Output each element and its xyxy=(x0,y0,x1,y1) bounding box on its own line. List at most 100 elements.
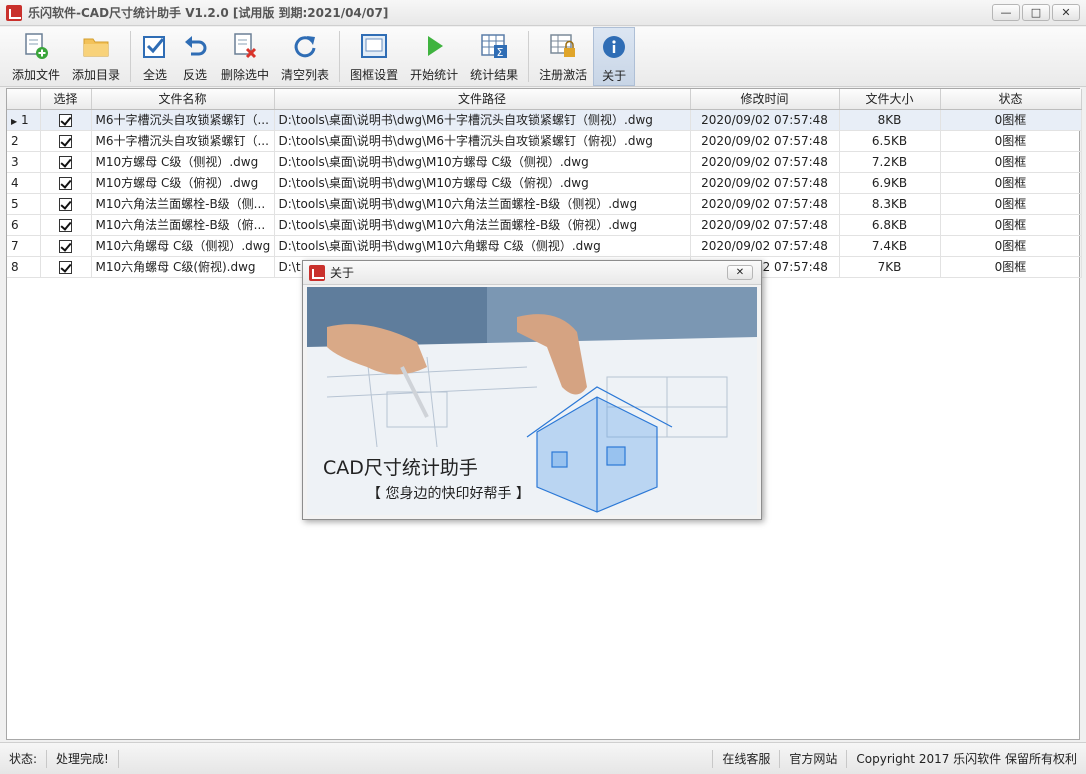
file-size-cell: 7.2KB xyxy=(839,151,941,173)
checkbox-checked-icon[interactable] xyxy=(59,155,72,169)
about-banner-image: CAD尺寸统计助手 【 您身边的快印好帮手 】 xyxy=(307,287,757,515)
add-directory-button[interactable]: 添加目录 xyxy=(66,27,126,86)
file-size-cell: 6.9KB xyxy=(839,172,941,194)
row-checkbox[interactable] xyxy=(40,214,92,236)
window-controls: — □ ✕ xyxy=(992,4,1080,21)
maximize-button[interactable]: □ xyxy=(1022,4,1050,21)
row-checkbox[interactable] xyxy=(40,109,92,131)
column-header-name[interactable]: 文件名称 xyxy=(91,89,275,110)
register-button[interactable]: 注册激活 xyxy=(533,27,593,86)
row-checkbox[interactable] xyxy=(40,235,92,257)
about-button[interactable]: 关于 xyxy=(593,27,636,86)
invert-selection-label: 反选 xyxy=(183,68,208,82)
file-name-cell: M6十字槽沉头自攻锁紧螺钉（... xyxy=(91,109,275,131)
checkbox-checked-icon[interactable] xyxy=(59,197,72,211)
frame-settings-label: 图框设置 xyxy=(350,68,399,82)
select-all-button[interactable]: 全选 xyxy=(135,27,175,86)
add-file-button[interactable]: 添加文件 xyxy=(6,27,66,86)
checkbox-checked-icon[interactable] xyxy=(59,113,72,127)
checkbox-checked-icon[interactable] xyxy=(59,218,72,232)
checkbox-checked-icon[interactable] xyxy=(59,134,72,148)
file-name-cell: M10方螺母 C级（侧视）.dwg xyxy=(91,151,275,173)
svg-text:Σ: Σ xyxy=(497,46,504,59)
modified-time-cell: 2020/09/02 07:57:48 xyxy=(690,151,840,173)
row-checkbox[interactable] xyxy=(40,172,92,194)
row-indicator-header xyxy=(7,89,41,110)
delete-selected-label: 删除选中 xyxy=(221,68,270,82)
frame-settings-button[interactable]: 图框设置 xyxy=(344,27,404,86)
toolbar-separator xyxy=(528,31,530,82)
table-row[interactable]: 3 M10方螺母 C级（侧视）.dwg D:\tools\桌面\说明书\dwg\… xyxy=(7,151,1082,173)
banner-illustration xyxy=(307,287,757,515)
modified-time-cell: 2020/09/02 07:57:48 xyxy=(690,172,840,194)
file-path-cell: D:\tools\桌面\说明书\dwg\M10六角螺母 C级（侧视）.dwg xyxy=(274,235,691,257)
row-index: 4 xyxy=(7,172,41,194)
row-checkbox[interactable] xyxy=(40,130,92,152)
clear-list-button[interactable]: 清空列表 xyxy=(275,27,335,86)
row-index: 5 xyxy=(7,193,41,215)
start-stats-button[interactable]: 开始统计 xyxy=(404,27,464,86)
row-checkbox[interactable] xyxy=(40,151,92,173)
add-directory-label: 添加目录 xyxy=(72,68,121,82)
status-cell: 0图框 xyxy=(940,130,1082,152)
sum-table-icon: Σ xyxy=(480,32,508,60)
table-row[interactable]: 5 M10六角法兰面螺栓-B级（侧... D:\tools\桌面\说明书\dwg… xyxy=(7,193,1082,215)
status-cell: 0图框 xyxy=(940,235,1082,257)
play-icon xyxy=(420,32,448,60)
window-title: 乐闪软件-CAD尺寸统计助手 V1.2.0 [试用版 到期:2021/04/07… xyxy=(28,6,389,20)
modified-time-cell: 2020/09/02 07:57:48 xyxy=(690,109,840,131)
close-button[interactable]: ✕ xyxy=(1052,4,1080,21)
website-link[interactable]: 官方网站 xyxy=(779,749,846,768)
file-path-cell: D:\tools\桌面\说明书\dwg\M10方螺母 C级（侧视）.dwg xyxy=(274,151,691,173)
status-cell: 0图框 xyxy=(940,214,1082,236)
status-cell: 0图框 xyxy=(940,172,1082,194)
about-dialog-titlebar: 关于 ✕ xyxy=(303,261,761,285)
file-path-cell: D:\tools\桌面\说明书\dwg\M6十字槽沉头自攻锁紧螺钉（俯视）.dw… xyxy=(274,130,691,152)
checkbox-checked-icon[interactable] xyxy=(59,239,72,253)
toolbar-separator xyxy=(130,31,132,82)
checkbox-checked-icon[interactable] xyxy=(59,260,72,274)
status-links: 在线客服 官方网站 Copyright 2017 乐闪软件 保留所有权利 xyxy=(712,749,1086,768)
table-row[interactable]: ▶ 1 M6十字槽沉头自攻锁紧螺钉（... D:\tools\桌面\说明书\dw… xyxy=(7,109,1082,131)
online-service-link[interactable]: 在线客服 xyxy=(712,749,779,768)
about-app-name: CAD尺寸统计助手 xyxy=(323,457,478,479)
modified-time-cell: 2020/09/02 07:57:48 xyxy=(690,214,840,236)
minimize-button[interactable]: — xyxy=(992,4,1020,21)
column-header-size[interactable]: 文件大小 xyxy=(839,89,941,110)
toolbar-separator xyxy=(339,31,341,82)
about-dialog: 关于 ✕ CAD尺寸统计助手 【 您身边的快印好帮手 】 xyxy=(302,260,762,520)
delete-selected-button[interactable]: 删除选中 xyxy=(215,27,275,86)
stats-result-button[interactable]: Σ 统计结果 xyxy=(464,27,524,86)
modified-time-cell: 2020/09/02 07:57:48 xyxy=(690,235,840,257)
column-header-time[interactable]: 修改时间 xyxy=(690,89,840,110)
file-path-cell: D:\tools\桌面\说明书\dwg\M6十字槽沉头自攻锁紧螺钉（侧视）.dw… xyxy=(274,109,691,131)
table-row[interactable]: 6 M10六角法兰面螺栓-B级（俯... D:\tools\桌面\说明书\dwg… xyxy=(7,214,1082,236)
add-file-label: 添加文件 xyxy=(12,68,61,82)
about-label: 关于 xyxy=(602,69,627,83)
table-row[interactable]: 7 M10六角螺母 C级（侧视）.dwg D:\tools\桌面\说明书\dwg… xyxy=(7,235,1082,257)
file-table: 选择 文件名称 文件路径 修改时间 文件大小 状态 ▶ 1 M6十字槽沉头自攻锁… xyxy=(7,89,1082,278)
column-header-select[interactable]: 选择 xyxy=(40,89,92,110)
select-all-label: 全选 xyxy=(143,68,168,82)
file-name-cell: M10六角螺母 C级(俯视).dwg xyxy=(91,256,275,278)
status-cell: 0图框 xyxy=(940,109,1082,131)
table-header-row: 选择 文件名称 文件路径 修改时间 文件大小 状态 xyxy=(7,89,1082,110)
title-bar: 乐闪软件-CAD尺寸统计助手 V1.2.0 [试用版 到期:2021/04/07… xyxy=(0,0,1086,26)
file-path-cell: D:\tools\桌面\说明书\dwg\M10六角法兰面螺栓-B级（侧视）.dw… xyxy=(274,193,691,215)
status-cell: 0图框 xyxy=(940,151,1082,173)
checkbox-checked-icon[interactable] xyxy=(59,176,72,190)
table-row[interactable]: 4 M10方螺母 C级（俯视）.dwg D:\tools\桌面\说明书\dwg\… xyxy=(7,172,1082,194)
register-label: 注册激活 xyxy=(539,68,588,82)
column-header-status[interactable]: 状态 xyxy=(940,89,1082,110)
column-header-path[interactable]: 文件路径 xyxy=(274,89,691,110)
file-name-cell: M10六角法兰面螺栓-B级（俯... xyxy=(91,214,275,236)
row-checkbox[interactable] xyxy=(40,193,92,215)
invert-selection-button[interactable]: 反选 xyxy=(175,27,215,86)
table-row[interactable]: 2 M6十字槽沉头自攻锁紧螺钉（... D:\tools\桌面\说明书\dwg\… xyxy=(7,130,1082,152)
row-index: 7 xyxy=(7,235,41,257)
about-close-button[interactable]: ✕ xyxy=(727,265,753,280)
checkbox-checked-icon xyxy=(141,32,169,60)
file-size-cell: 7KB xyxy=(839,256,941,278)
row-checkbox[interactable] xyxy=(40,256,92,278)
frame-icon xyxy=(360,32,388,60)
